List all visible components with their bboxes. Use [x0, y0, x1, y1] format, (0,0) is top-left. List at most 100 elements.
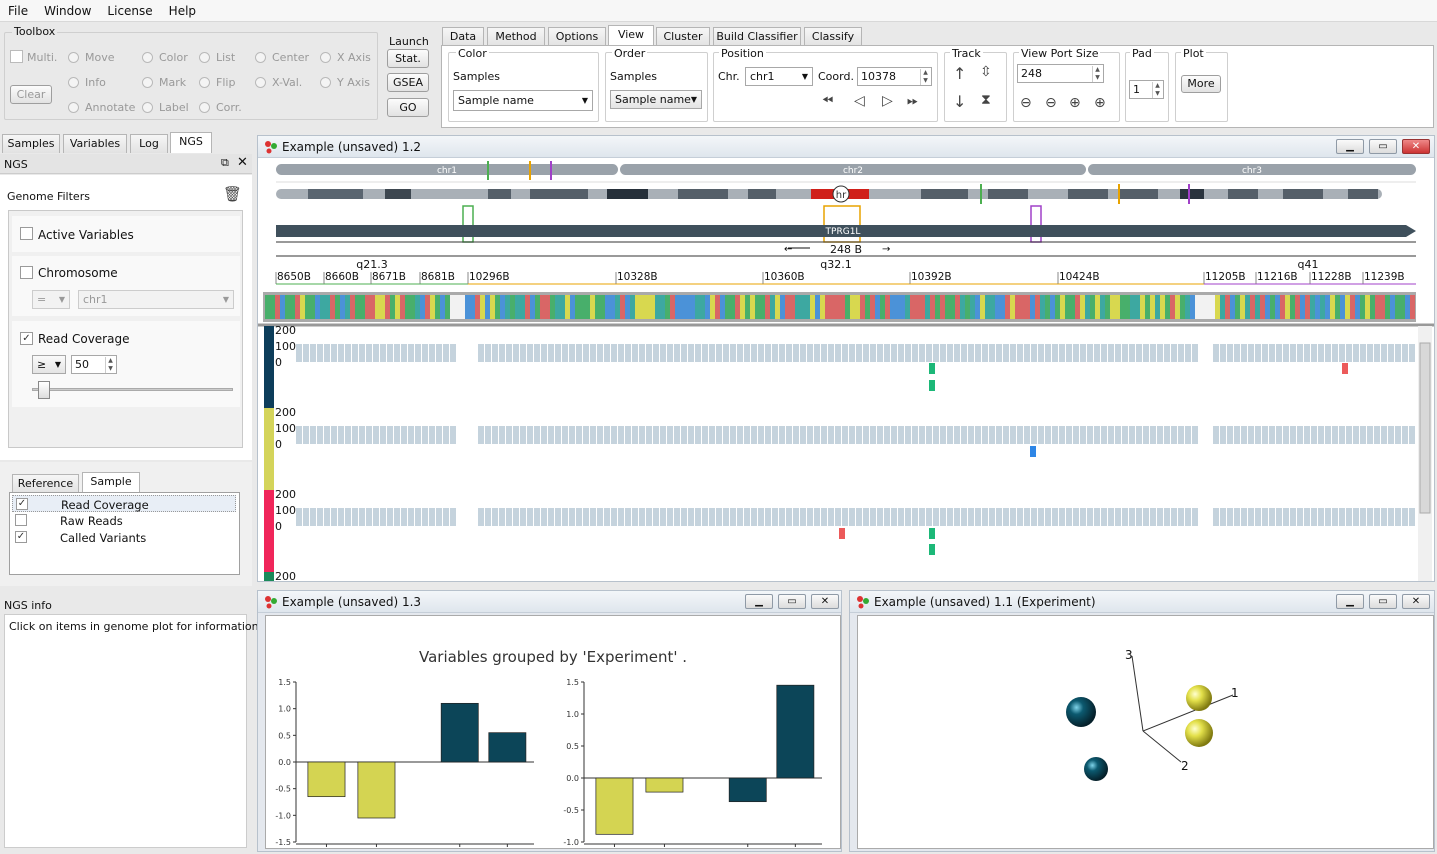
go-button[interactable]: GO [387, 98, 429, 117]
trash-icon[interactable]: 🗑︎ [223, 185, 242, 203]
tab-options[interactable]: Options [548, 27, 606, 46]
zoom-out-icon[interactable]: ⊖ [1045, 95, 1057, 111]
tool-radio-4[interactable] [320, 77, 331, 88]
data-point[interactable] [1186, 685, 1212, 711]
active-variables-checkbox[interactable] [20, 227, 33, 240]
data-point[interactable] [1066, 697, 1096, 727]
variant-marker[interactable] [929, 380, 935, 391]
tab-data[interactable]: Data [442, 27, 484, 46]
collapse-icon[interactable]: ⧗ [981, 92, 991, 108]
coord-input[interactable]: 10378 ▲ ▼ [857, 67, 932, 86]
variant-marker[interactable] [929, 528, 935, 539]
step-forward-icon[interactable]: ▷ [882, 93, 893, 109]
scatter-3d-plot[interactable]: 1 2 3 [858, 616, 1433, 848]
tool-radio-2[interactable] [199, 77, 210, 88]
variant-marker[interactable] [1342, 363, 1348, 374]
read-coverage-checkbox[interactable]: ✓ [20, 332, 33, 345]
zoom-in-icon[interactable]: ⊕ [1069, 95, 1081, 111]
list-item[interactable]: ✓ Called Variants [12, 529, 236, 546]
tab-ngs[interactable]: NGS [170, 132, 212, 153]
tool-radio-1[interactable] [142, 102, 153, 113]
more-button[interactable]: More [1181, 75, 1221, 93]
tool-radio-0[interactable] [68, 52, 79, 63]
expand-icon[interactable]: ⇳ [980, 64, 992, 80]
stat-button[interactable]: Stat. [387, 49, 429, 68]
clear-button[interactable]: Clear [10, 85, 52, 104]
tool-radio-3[interactable] [255, 52, 266, 63]
bar[interactable] [488, 732, 527, 763]
close-button[interactable]: ✕ [811, 594, 839, 609]
bar[interactable] [357, 761, 396, 819]
variant-marker[interactable] [839, 528, 845, 539]
tab-build-classifier[interactable]: Build Classifier [713, 27, 801, 46]
close-button[interactable]: ✕ [1402, 594, 1430, 609]
pad-input[interactable]: 1 ▲ ▼ [1129, 80, 1164, 99]
close-button[interactable]: ✕ [1402, 139, 1430, 154]
spin-arrows-icon[interactable]: ▲ ▼ [105, 357, 115, 373]
tool-radio-3[interactable] [255, 77, 266, 88]
tab-method[interactable]: Method [487, 27, 545, 46]
list-item[interactable]: ✓ Read Coverage [12, 495, 236, 512]
viewport-input[interactable]: 248 ▲ ▼ [1017, 64, 1104, 83]
bar[interactable] [776, 684, 815, 779]
fast-forward-icon[interactable]: ⏩︎ [907, 93, 918, 109]
arrow-down-icon[interactable]: ↓ [953, 92, 966, 111]
order-combo[interactable]: Sample name ▼ [610, 90, 702, 109]
sample-item-checkbox[interactable]: ✓ [16, 498, 28, 510]
minimize-button[interactable]: ▁ [745, 594, 773, 609]
tool-radio-0[interactable] [68, 102, 79, 113]
maximize-button[interactable]: ▭ [778, 594, 806, 609]
bar[interactable] [728, 777, 767, 803]
zoom-out-fast-icon[interactable]: ⊖ [1020, 95, 1032, 111]
spin-arrows-icon[interactable]: ▲ ▼ [1092, 66, 1102, 82]
bar[interactable] [307, 761, 346, 798]
menu-window[interactable]: Window [36, 4, 99, 18]
bar[interactable] [645, 777, 684, 793]
tool-radio-4[interactable] [320, 52, 331, 63]
data-point[interactable] [1084, 757, 1108, 781]
minimize-button[interactable]: ▁ [1336, 594, 1364, 609]
color-combo[interactable]: Sample name ▼ [453, 90, 593, 111]
tab-cluster[interactable]: Cluster [656, 27, 710, 46]
sample-item-checkbox[interactable]: ✓ [15, 531, 27, 543]
genome-plot[interactable]: chr1 chr2 chr3 hr TPRG1L ← 248 B → q21.3 q32.1 q41… [258, 158, 1434, 581]
track-color-bar[interactable] [264, 490, 274, 572]
variant-marker[interactable] [929, 544, 935, 555]
tab-reference[interactable]: Reference [12, 474, 79, 493]
step-back-icon[interactable]: ◁ [854, 93, 865, 109]
track-color-bar[interactable] [264, 326, 274, 408]
chr-filter-combo[interactable]: chr1 ▼ [78, 290, 234, 309]
coverage-operator-combo[interactable]: ≥ ▼ [32, 355, 66, 374]
menu-file[interactable]: File [0, 4, 36, 18]
chr-operator-combo[interactable]: = ▼ [32, 290, 70, 309]
tab-variables[interactable]: Variables [63, 134, 127, 153]
arrow-up-icon[interactable]: ↑ [953, 64, 966, 83]
close-icon[interactable]: ✕ [237, 155, 248, 170]
minimize-button[interactable]: ▁ [1336, 139, 1364, 154]
bar[interactable] [595, 777, 634, 835]
track-color-bar[interactable] [264, 408, 274, 490]
gsea-button[interactable]: GSEA [387, 73, 429, 92]
spin-arrows-icon[interactable]: ▲ ▼ [1152, 82, 1162, 98]
menu-help[interactable]: Help [161, 4, 204, 18]
tool-radio-1[interactable] [142, 52, 153, 63]
chr-combo[interactable]: chr1 ▼ [745, 67, 813, 86]
coverage-value-input[interactable]: 50 ▲ ▼ [71, 355, 117, 374]
spin-arrows-icon[interactable]: ▲ ▼ [920, 69, 930, 85]
sample-item-checkbox[interactable] [15, 514, 27, 526]
variant-marker[interactable] [929, 363, 935, 374]
multi-checkbox[interactable] [10, 50, 23, 63]
maximize-button[interactable]: ▭ [1369, 139, 1397, 154]
tool-radio-0[interactable] [68, 77, 79, 88]
list-item[interactable]: Raw Reads [12, 512, 236, 529]
scrollbar-thumb[interactable] [1419, 342, 1431, 514]
tab-log[interactable]: Log [130, 134, 168, 153]
chromosome-checkbox[interactable] [20, 266, 33, 279]
tool-radio-2[interactable] [199, 52, 210, 63]
tab-classify[interactable]: Classify [804, 27, 862, 46]
tool-radio-2[interactable] [199, 102, 210, 113]
data-point[interactable] [1185, 719, 1213, 747]
track-color-bar[interactable] [264, 572, 274, 581]
menu-license[interactable]: License [99, 4, 160, 18]
tab-view[interactable]: View [608, 25, 654, 46]
